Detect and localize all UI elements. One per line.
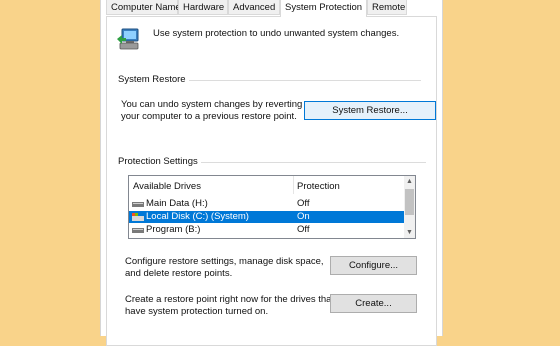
list-header: Available Drives Protection <box>129 176 405 196</box>
intro-text: Use system protection to undo unwanted s… <box>153 28 400 39</box>
system-protection-icon <box>117 28 139 50</box>
drive-protection-status: Off <box>297 198 310 209</box>
system-properties-dialog: Computer Name Hardware Advanced System P… <box>100 0 443 346</box>
scroll-thumb[interactable] <box>405 189 414 215</box>
tab-remote[interactable]: Remote <box>367 0 407 15</box>
drive-name: Main Data (H:) <box>146 198 208 209</box>
create-button[interactable]: Create... <box>330 294 417 313</box>
drive-protection-status: Off <box>297 224 310 235</box>
tab-advanced[interactable]: Advanced <box>228 0 280 15</box>
drives-list-scrollbar[interactable]: ▲ ▼ <box>404 176 415 238</box>
system-restore-button[interactable]: System Restore... <box>304 101 436 120</box>
drive-name: Program (B:) <box>146 224 201 235</box>
configure-description: Configure restore settings, manage disk … <box>125 256 324 279</box>
system-restore-description: You can undo system changes by reverting… <box>121 99 302 122</box>
column-header-protection[interactable]: Protection <box>297 181 340 192</box>
tab-computer-name[interactable]: Computer Name <box>106 0 181 15</box>
tab-hardware[interactable]: Hardware <box>178 0 228 15</box>
create-description-line1: Create a restore point right now for the… <box>125 294 335 305</box>
drive-row-local-disk[interactable]: Local Disk (C:) (System) On <box>129 211 405 223</box>
drive-icon <box>132 228 144 233</box>
create-description-line2: have system protection turned on. <box>125 305 269 317</box>
scroll-down-arrow-icon[interactable]: ▼ <box>404 227 415 238</box>
system-restore-group-label: System Restore <box>118 74 189 85</box>
system-restore-description-line2: your computer to a previous restore poin… <box>121 110 297 122</box>
system-restore-description-line1: You can undo system changes by reverting <box>121 99 303 110</box>
configure-button[interactable]: Configure... <box>330 256 417 275</box>
configure-description-line1: Configure restore settings, manage disk … <box>125 256 324 267</box>
protection-settings-group-label: Protection Settings <box>118 156 201 167</box>
scroll-up-arrow-icon[interactable]: ▲ <box>404 176 415 187</box>
drive-protection-status: On <box>297 211 310 222</box>
column-header-available-drives[interactable]: Available Drives <box>133 181 201 192</box>
drive-name: Local Disk (C:) (System) <box>146 211 249 222</box>
column-separator[interactable] <box>293 176 294 194</box>
drive-row-program[interactable]: Program (B:) Off <box>129 224 405 236</box>
system-drive-icon <box>132 213 144 221</box>
available-drives-list[interactable]: Available Drives Protection Main Data (H… <box>128 175 416 239</box>
drive-icon <box>132 202 144 207</box>
drive-row-main-data[interactable]: Main Data (H:) Off <box>129 198 405 210</box>
create-description: Create a restore point right now for the… <box>125 294 334 317</box>
configure-description-line2: and delete restore points. <box>125 267 233 279</box>
tab-system-protection[interactable]: System Protection <box>280 0 367 17</box>
